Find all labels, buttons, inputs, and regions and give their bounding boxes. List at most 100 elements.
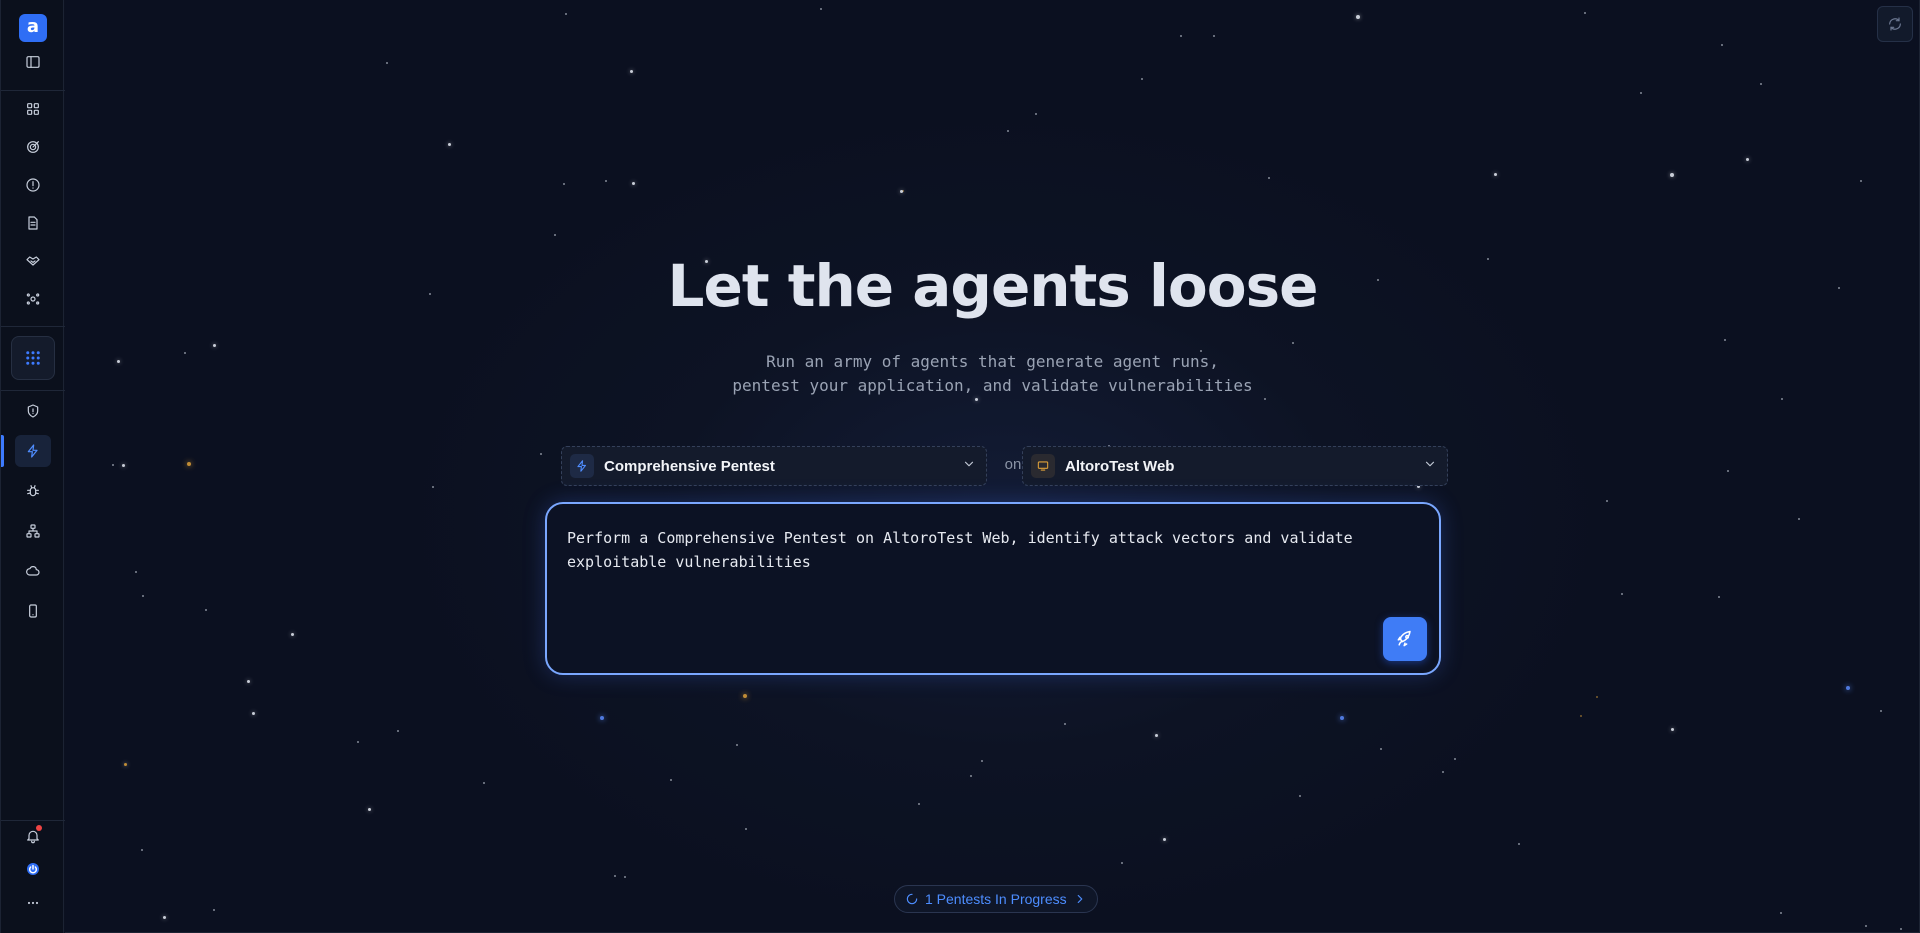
star xyxy=(1584,12,1586,14)
sidebar-item-reports[interactable] xyxy=(15,207,51,239)
star xyxy=(1518,843,1520,845)
star xyxy=(565,13,567,15)
target-icon xyxy=(27,141,39,153)
sidebar-item-pentests[interactable] xyxy=(15,435,51,467)
prompt-line-2: exploitable vulnerabilities xyxy=(567,553,811,571)
star xyxy=(1292,342,1294,344)
star xyxy=(1035,113,1037,115)
power-icon xyxy=(27,863,39,875)
star xyxy=(632,182,635,185)
refresh-icon xyxy=(1889,17,1901,31)
scan-type-select[interactable]: Comprehensive Pentest xyxy=(561,446,987,486)
prompt-text[interactable]: Perform a Comprehensive Pentest on Altor… xyxy=(567,526,1359,574)
sidebar-item-agents[interactable] xyxy=(15,283,51,315)
star xyxy=(187,462,191,466)
sidebar-toggle-button[interactable] xyxy=(15,46,51,78)
document-icon xyxy=(28,216,38,230)
grid-icon xyxy=(27,103,39,115)
star xyxy=(1846,686,1850,690)
refresh-button[interactable] xyxy=(1877,6,1913,42)
network-icon xyxy=(26,524,40,538)
sidebar-item-security[interactable] xyxy=(15,395,51,427)
star xyxy=(1671,728,1674,731)
star xyxy=(1141,78,1143,80)
star xyxy=(135,571,137,573)
star xyxy=(432,486,434,488)
sidebar-item-dashboard[interactable] xyxy=(15,93,51,125)
star xyxy=(1268,177,1270,179)
sidebar-item-bugs[interactable] xyxy=(15,475,51,507)
scan-type-icon-wrap xyxy=(570,454,594,478)
chevron-down-icon xyxy=(962,457,976,476)
target-select[interactable]: AltoroTest Web xyxy=(1022,446,1448,486)
cloud-icon xyxy=(26,566,40,576)
chevron-down-icon xyxy=(1423,457,1437,476)
star xyxy=(745,828,747,830)
star xyxy=(918,803,920,805)
star xyxy=(142,595,144,597)
sidebar-item-issues[interactable] xyxy=(15,169,51,201)
star xyxy=(291,633,294,636)
star xyxy=(1213,35,1215,37)
star xyxy=(124,763,127,766)
sidebar-item-integrations[interactable] xyxy=(15,245,51,277)
sidebar-divider xyxy=(1,90,65,91)
star xyxy=(213,344,216,347)
launch-pentest-button[interactable] xyxy=(1383,617,1427,661)
subtitle-line-1: Run an army of agents that generate agen… xyxy=(766,352,1219,371)
page-title: Let the agents loose xyxy=(667,252,1319,320)
logo-letter: a xyxy=(26,16,40,37)
star xyxy=(247,680,250,683)
star xyxy=(1860,180,1862,182)
star xyxy=(1718,596,1720,598)
sidebar-panel-icon xyxy=(26,56,40,68)
star xyxy=(1454,758,1456,760)
star xyxy=(1442,771,1444,773)
monitor-icon xyxy=(1037,461,1049,471)
star xyxy=(630,70,633,73)
pentests-in-progress-link[interactable]: 1 Pentests In Progress xyxy=(894,885,1098,913)
hub-icon xyxy=(26,293,40,305)
star xyxy=(1064,723,1066,725)
star xyxy=(1494,173,1497,176)
lightning-icon xyxy=(577,460,587,472)
target-icon-wrap xyxy=(1031,454,1055,478)
star xyxy=(368,808,371,811)
star xyxy=(540,453,542,455)
lightning-icon xyxy=(27,444,38,458)
star xyxy=(970,775,972,777)
star xyxy=(975,398,978,401)
sidebar-item-targets[interactable] xyxy=(15,131,51,163)
shield-icon xyxy=(27,404,39,418)
star xyxy=(1780,912,1782,914)
bug-icon xyxy=(27,485,39,497)
prompt-textarea[interactable]: Perform a Comprehensive Pentest on Altor… xyxy=(545,502,1441,675)
subtitle-line-2: pentest your application, and validate v… xyxy=(732,376,1253,395)
star xyxy=(1865,925,1867,927)
star xyxy=(981,760,983,762)
alert-circle-icon xyxy=(26,178,40,192)
sidebar-item-apps[interactable] xyxy=(11,336,55,380)
sidebar-item-cloud[interactable] xyxy=(15,555,51,587)
star xyxy=(743,694,747,698)
star xyxy=(112,464,114,466)
star xyxy=(563,183,565,185)
star xyxy=(1606,500,1608,502)
sidebar-item-mobile[interactable] xyxy=(15,595,51,627)
star xyxy=(820,8,822,10)
sidebar-item-network[interactable] xyxy=(15,515,51,547)
star xyxy=(397,730,399,732)
star xyxy=(483,782,485,784)
page-subtitle: Run an army of agents that generate agen… xyxy=(65,350,1919,398)
star xyxy=(1798,518,1800,520)
star xyxy=(1121,862,1123,864)
sidebar: a xyxy=(0,0,65,933)
power-button[interactable] xyxy=(15,853,51,885)
star xyxy=(205,609,207,611)
notifications-button[interactable] xyxy=(15,820,51,852)
star xyxy=(1640,92,1642,94)
more-button[interactable] xyxy=(15,887,51,919)
grid-dots-icon xyxy=(26,351,40,365)
app-logo[interactable]: a xyxy=(19,14,47,42)
star xyxy=(1264,398,1266,400)
